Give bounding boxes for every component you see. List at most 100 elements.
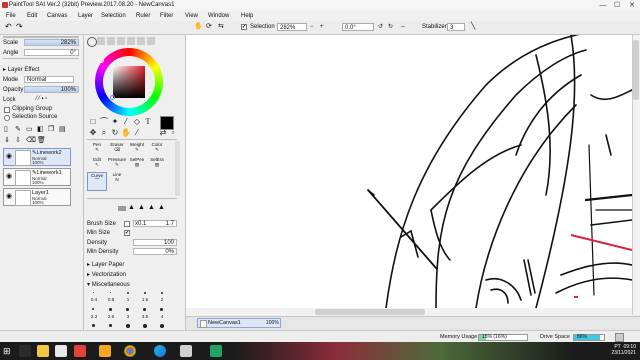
brush-size-link-checkbox[interactable] xyxy=(124,221,130,227)
eyedropper-icon[interactable]: ⁄ xyxy=(121,117,131,127)
color-mode-icon[interactable] xyxy=(137,37,145,45)
vectorization-header[interactable]: ▸ Vectorization xyxy=(87,271,126,278)
file-explorer-icon[interactable] xyxy=(37,345,49,357)
horizontal-scroll-thumb[interactable] xyxy=(315,309,425,315)
rotate-left-icon[interactable]: ↺ xyxy=(378,22,383,32)
size-preset-dot[interactable] xyxy=(110,292,111,293)
size-preset-dot[interactable] xyxy=(143,308,146,311)
color-marker[interactable] xyxy=(110,95,115,100)
menu-window[interactable]: Window xyxy=(208,13,229,19)
size-preset-label[interactable]: 1 xyxy=(121,297,135,302)
color-mode-icon[interactable] xyxy=(117,37,125,45)
brush-size-slider[interactable]: x0.1 1.7 xyxy=(133,220,177,227)
flip-horizontal-icon[interactable]: ⇔ xyxy=(400,22,406,32)
flip-icon[interactable]: ⇆ xyxy=(218,22,224,32)
transparent-color-icon[interactable]: ▫ xyxy=(168,128,178,138)
shape-icon[interactable]: ◇ xyxy=(132,117,142,127)
color-wheel-mode-icon[interactable] xyxy=(87,37,97,47)
size-preset-label[interactable]: 2.3 xyxy=(87,314,101,319)
clear-layer-icon[interactable]: ⌫ xyxy=(26,136,36,144)
selection-source-radio[interactable] xyxy=(4,115,10,121)
hand-icon[interactable]: ✋ xyxy=(194,22,203,32)
size-preset-dot[interactable] xyxy=(161,292,163,294)
new-linework-icon[interactable]: ✎ xyxy=(15,125,21,133)
scale-slider[interactable]: 282% xyxy=(24,39,79,46)
redo-icon[interactable]: ↷ xyxy=(16,22,23,32)
color-mode-icon[interactable] xyxy=(97,37,105,45)
text-tool-icon[interactable]: T xyxy=(143,117,153,127)
size-preset-label[interactable]: 0.8 xyxy=(104,297,118,302)
brush-color[interactable]: Color ✎ xyxy=(147,142,167,153)
size-preset-label[interactable]: 3 xyxy=(121,314,135,319)
document-tab[interactable]: NewCanvas1 100% xyxy=(197,318,281,328)
app-icon[interactable] xyxy=(55,345,67,357)
copy-layer-icon[interactable]: ❐ xyxy=(48,125,54,133)
mask-icon[interactable]: ◧ xyxy=(37,125,44,133)
brush-shape-icon[interactable] xyxy=(118,206,126,211)
eye-icon[interactable]: ◉ xyxy=(6,193,14,201)
clipping-group-checkbox[interactable] xyxy=(4,107,10,113)
size-preset-label[interactable]: 0.4 xyxy=(87,297,101,302)
layer-effect-header[interactable]: ▸ Layer Effect xyxy=(3,66,40,73)
blend-mode-select[interactable]: Normal xyxy=(24,76,74,83)
min-density-slider[interactable]: 0% xyxy=(133,248,177,255)
rotate-view-icon[interactable]: ↻ xyxy=(110,128,120,138)
zoom-select[interactable]: 282% xyxy=(277,23,307,31)
eye-icon[interactable]: ◉ xyxy=(6,153,14,161)
size-preset-dot[interactable] xyxy=(160,308,163,311)
layer-item[interactable]: ◉ Layer1 Normal 100% xyxy=(3,188,71,206)
edge-icon[interactable] xyxy=(154,345,166,357)
drawing-canvas[interactable] xyxy=(186,35,632,315)
rotate-icon[interactable]: ⟳ xyxy=(206,22,212,32)
rect-select-icon[interactable]: □ xyxy=(88,117,98,127)
miscellaneous-header[interactable]: ▾ Miscellaneous xyxy=(87,281,130,288)
lasso-icon[interactable]: ⌒ xyxy=(99,117,109,127)
angle-slider[interactable]: 0° xyxy=(24,49,79,56)
size-preset-dot[interactable] xyxy=(126,324,130,328)
menu-selection[interactable]: Selection xyxy=(101,13,126,19)
size-preset-dot[interactable] xyxy=(126,308,129,311)
size-preset-dot[interactable] xyxy=(143,324,147,328)
angle-select[interactable]: 0.0° xyxy=(342,23,374,31)
eye-icon[interactable]: ◉ xyxy=(6,173,14,181)
menu-file[interactable]: File xyxy=(6,13,16,19)
layer-item[interactable]: ◉ ✎Linework2 Normal 100% xyxy=(3,148,71,166)
app-icon[interactable] xyxy=(74,345,86,357)
brush-pressure[interactable]: Pressure ✎ xyxy=(107,157,127,168)
zoom-out-icon[interactable]: − xyxy=(310,22,314,32)
close-button[interactable]: ✕ xyxy=(625,1,639,10)
undo-icon[interactable]: ↶ xyxy=(5,22,12,32)
menu-layer[interactable]: Layer xyxy=(78,13,93,19)
menu-help[interactable]: Help xyxy=(241,13,253,19)
resize-grip-icon[interactable] xyxy=(615,333,624,342)
color-mode-icon[interactable] xyxy=(107,37,115,45)
menu-canvas[interactable]: Canvas xyxy=(47,13,67,19)
brush-shape-icon[interactable]: ▲ xyxy=(158,204,165,211)
paint-tool-sai-icon[interactable] xyxy=(180,345,192,357)
spreadsheet-icon[interactable] xyxy=(210,345,222,357)
brush-shape-icon[interactable]: ▲ xyxy=(128,204,135,211)
menu-ruler[interactable]: Ruler xyxy=(136,13,150,19)
menu-view[interactable]: View xyxy=(185,13,198,19)
color-picker-icon[interactable]: ⁄ xyxy=(132,128,142,138)
layer-paper-header[interactable]: ▸ Layer Paper xyxy=(87,261,124,268)
brush-shape-icon[interactable]: ▲ xyxy=(148,204,155,211)
opacity-slider[interactable]: 100% xyxy=(24,86,79,93)
selection-toggle[interactable] xyxy=(241,24,247,30)
brush-weight[interactable]: Weight ✎ xyxy=(127,142,147,153)
line-tool-icon[interactable]: ╲ xyxy=(471,22,475,32)
size-preset-label[interactable]: 3.5 xyxy=(138,314,152,319)
layer-options-icon[interactable]: ▤ xyxy=(59,125,66,133)
size-preset-label[interactable]: 2 xyxy=(155,297,169,302)
minimize-button[interactable]: — xyxy=(596,1,610,10)
move-icon[interactable]: ✥ xyxy=(88,128,98,138)
new-layer-icon[interactable]: ▯ xyxy=(4,125,8,133)
brush-curve[interactable]: Curve ⌒ xyxy=(87,172,107,191)
size-preset-dot[interactable] xyxy=(109,308,112,311)
size-preset-dot[interactable] xyxy=(109,324,112,327)
hand-tool-icon[interactable]: ✋ xyxy=(121,128,131,138)
size-preset-dot[interactable] xyxy=(144,292,146,294)
brush-eraser[interactable]: Eraser ⌫ xyxy=(107,142,127,153)
zoom-in-icon[interactable]: + xyxy=(320,22,324,32)
delete-layer-icon[interactable]: 🗑 xyxy=(37,136,46,144)
